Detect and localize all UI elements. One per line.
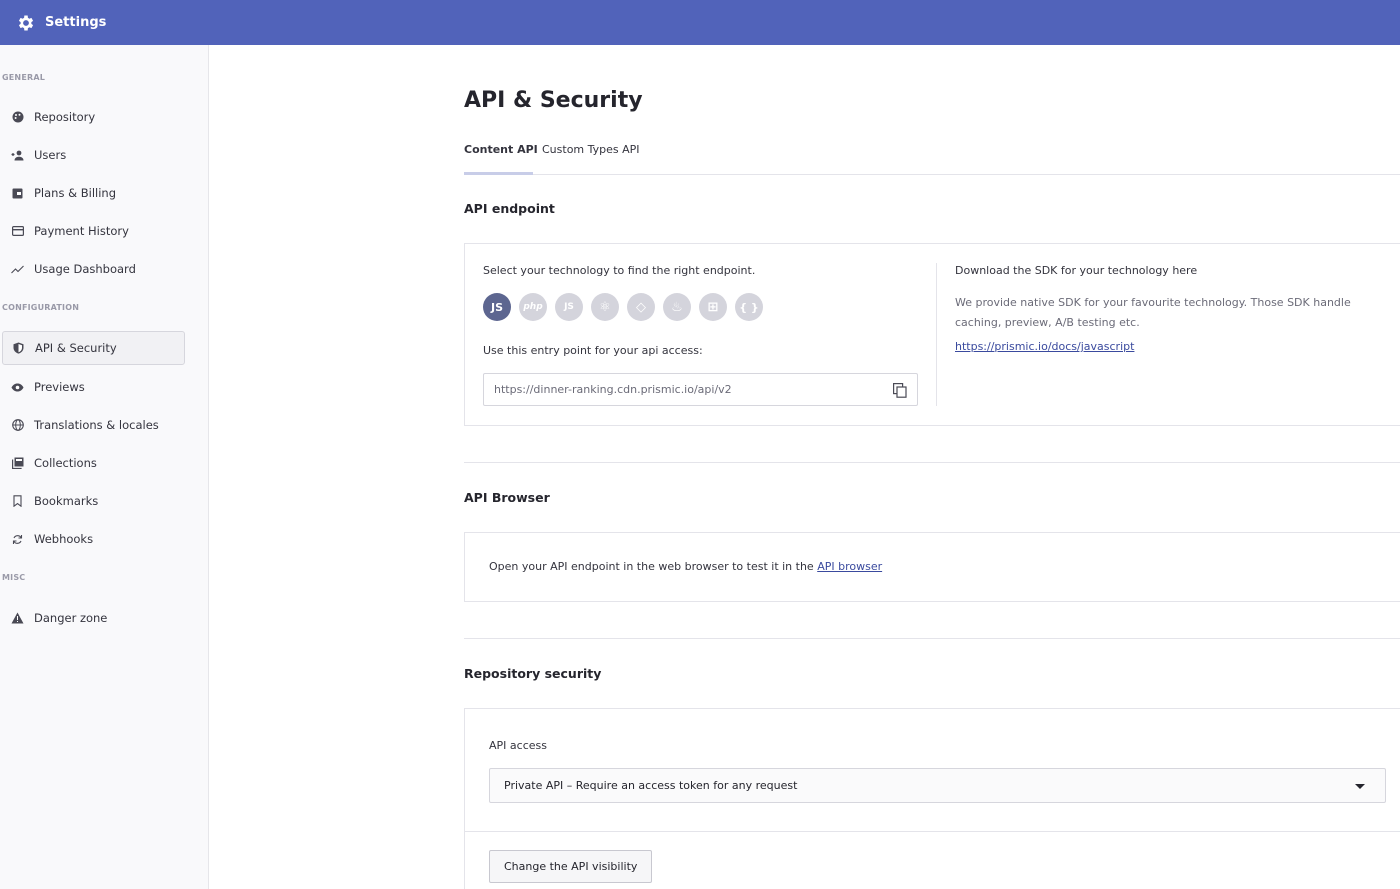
repository-security-card: API access Private API – Require an acce… bbox=[464, 708, 1400, 889]
add-user-icon bbox=[11, 149, 24, 162]
sidebar-item-label: Users bbox=[34, 148, 67, 162]
sidebar-item-repository[interactable]: Repository bbox=[10, 100, 185, 134]
sidebar-item-api-security[interactable]: API & Security bbox=[2, 331, 185, 365]
sidebar-item-collections[interactable]: Collections bbox=[10, 446, 185, 480]
sdk-title: Download the SDK for your technology her… bbox=[955, 264, 1198, 277]
sidebar: GENERAL Repository Users Plans & Billing… bbox=[0, 45, 209, 889]
sidebar-item-label: Usage Dashboard bbox=[34, 262, 136, 276]
sidebar-item-label: Payment History bbox=[34, 224, 129, 238]
sidebar-item-webhooks[interactable]: Webhooks bbox=[10, 522, 185, 556]
api-browser-text-row: Open your API endpoint in the web browse… bbox=[489, 560, 882, 573]
globe-icon bbox=[11, 419, 24, 432]
sidebar-item-users[interactable]: Users bbox=[10, 138, 185, 172]
api-browser-text: Open your API endpoint in the web browse… bbox=[489, 560, 818, 573]
api-endpoint-card: Select your technology to find the right… bbox=[464, 243, 1400, 426]
api-access-value: Private API – Require an access token fo… bbox=[504, 779, 798, 792]
credit-card-icon bbox=[11, 225, 24, 238]
technology-selector: JS php JS ⚛ ◇ ♨ ⊞ { } bbox=[483, 293, 763, 321]
nodejs-icon[interactable]: JS bbox=[555, 293, 583, 321]
api-access-label: API access bbox=[489, 739, 547, 752]
trend-line-icon bbox=[11, 263, 24, 276]
section-divider bbox=[464, 638, 1400, 639]
api-browser-card: Open your API endpoint in the web browse… bbox=[464, 532, 1400, 602]
sidebar-item-plans-billing[interactable]: Plans & Billing bbox=[10, 176, 185, 210]
section-label-misc: MISC bbox=[2, 573, 26, 582]
sdk-description: We provide native SDK for your favourite… bbox=[955, 296, 1351, 329]
copy-icon[interactable] bbox=[893, 383, 907, 398]
change-api-visibility-button[interactable]: Change the API visibility bbox=[489, 850, 653, 883]
sidebar-item-bookmarks[interactable]: Bookmarks bbox=[10, 484, 185, 518]
ruby-icon[interactable]: ◇ bbox=[627, 293, 655, 321]
sidebar-item-label: Translations & locales bbox=[34, 418, 159, 432]
main-content: API & Security Content API Custom Types … bbox=[210, 45, 1400, 889]
endpoint-url-text: https://dinner-ranking.cdn.prismic.io/ap… bbox=[494, 383, 732, 396]
sidebar-item-previews[interactable]: Previews bbox=[10, 370, 185, 404]
api-access-select[interactable]: Private API – Require an access token fo… bbox=[489, 768, 1386, 803]
endpoint-url-field[interactable]: https://dinner-ranking.cdn.prismic.io/ap… bbox=[483, 373, 918, 406]
sidebar-item-label: Bookmarks bbox=[34, 494, 99, 508]
active-tab-indicator bbox=[464, 172, 533, 175]
collections-icon bbox=[11, 457, 24, 470]
section-heading-api-browser: API Browser bbox=[464, 490, 550, 505]
sidebar-item-label: Previews bbox=[34, 380, 85, 394]
sdk-docs-link[interactable]: https://prismic.io/docs/javascript bbox=[955, 340, 1134, 353]
tab-bar: Content API Custom Types API bbox=[464, 137, 1400, 175]
app-title: Settings bbox=[45, 15, 107, 30]
sidebar-item-danger-zone[interactable]: Danger zone bbox=[10, 601, 185, 635]
eye-icon bbox=[11, 381, 24, 394]
shield-icon bbox=[12, 342, 25, 355]
select-technology-text: Select your technology to find the right… bbox=[483, 264, 756, 277]
tab-content-api[interactable]: Content API bbox=[464, 143, 538, 156]
section-heading-repository-security: Repository security bbox=[464, 666, 602, 681]
sidebar-item-payment-history[interactable]: Payment History bbox=[10, 214, 185, 248]
page-title: API & Security bbox=[464, 88, 643, 113]
sidebar-item-label: Collections bbox=[34, 456, 97, 470]
react-icon[interactable]: ⚛ bbox=[591, 293, 619, 321]
sidebar-item-label: Webhooks bbox=[34, 532, 94, 546]
sidebar-item-label: Repository bbox=[34, 110, 96, 124]
javascript-icon[interactable]: JS bbox=[483, 293, 511, 321]
json-icon[interactable]: { } bbox=[735, 293, 763, 321]
wallet-icon bbox=[11, 187, 24, 200]
sidebar-item-label: Danger zone bbox=[34, 611, 108, 625]
caret-down-icon bbox=[1355, 784, 1365, 789]
bookmark-icon bbox=[11, 495, 24, 508]
section-label-configuration: CONFIGURATION bbox=[2, 303, 80, 312]
section-divider bbox=[464, 462, 1400, 463]
entry-point-label: Use this entry point for your api access… bbox=[483, 344, 703, 357]
gear-icon bbox=[18, 15, 34, 30]
sidebar-item-usage-dashboard[interactable]: Usage Dashboard bbox=[10, 252, 185, 286]
dotnet-icon[interactable]: ⊞ bbox=[699, 293, 727, 321]
top-bar: Settings bbox=[0, 0, 1400, 45]
api-browser-link[interactable]: API browser bbox=[817, 560, 882, 573]
section-heading-api-endpoint: API endpoint bbox=[464, 201, 555, 216]
warning-icon bbox=[11, 612, 24, 625]
sidebar-item-translations-locales[interactable]: Translations & locales bbox=[10, 408, 185, 442]
sync-icon bbox=[11, 533, 24, 546]
java-icon[interactable]: ♨ bbox=[663, 293, 691, 321]
section-label-general: GENERAL bbox=[2, 73, 46, 82]
tab-custom-types-api[interactable]: Custom Types API bbox=[542, 143, 640, 156]
sidebar-item-label: Plans & Billing bbox=[34, 186, 116, 200]
sidebar-item-label: API & Security bbox=[35, 341, 117, 355]
card-divider bbox=[465, 831, 1400, 832]
palette-icon bbox=[11, 111, 24, 124]
column-divider bbox=[936, 263, 937, 406]
php-icon[interactable]: php bbox=[519, 293, 547, 321]
